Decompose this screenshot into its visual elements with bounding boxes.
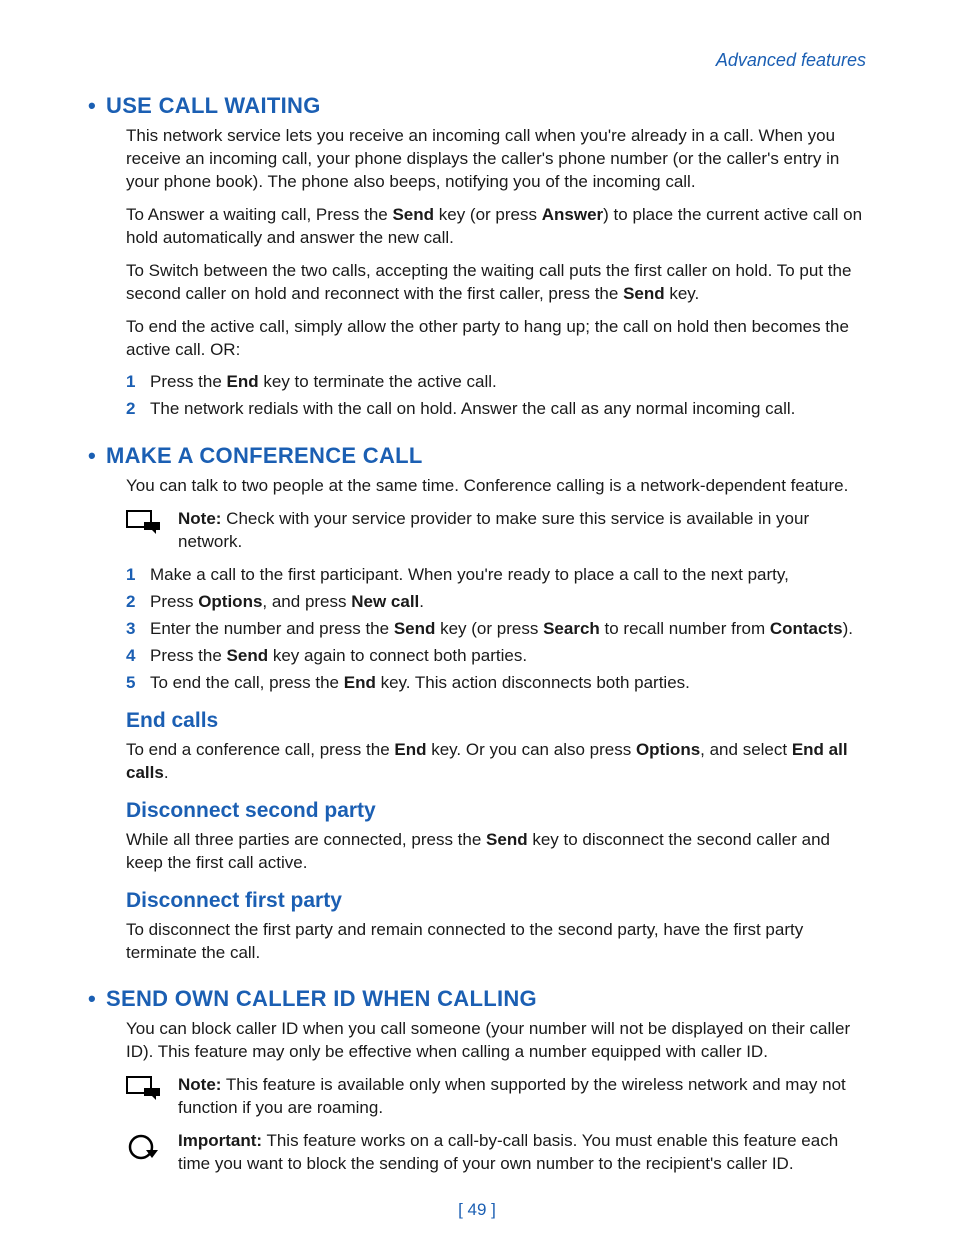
subheading-disconnect-first: Disconnect first party: [126, 889, 866, 913]
paragraph: To disconnect the first party and remain…: [126, 919, 866, 965]
paragraph: This network service lets you receive an…: [126, 125, 866, 194]
ordered-list: 1 Make a call to the first participant. …: [126, 564, 866, 695]
heading-use-call-waiting: •USE CALL WAITING: [88, 93, 866, 119]
heading-send-caller-id: •SEND OWN CALLER ID WHEN CALLING: [88, 986, 866, 1012]
paragraph: To end the active call, simply allow the…: [126, 316, 866, 362]
subheading-disconnect-second: Disconnect second party: [126, 799, 866, 823]
bullet-icon: •: [88, 986, 96, 1011]
list-item: 1 Press the End key to terminate the act…: [126, 371, 866, 394]
list-item: 2 The network redials with the call on h…: [126, 398, 866, 421]
note-icon: [126, 508, 162, 554]
important-icon: [126, 1130, 162, 1176]
bullet-icon: •: [88, 93, 96, 118]
list-item: 1 Make a call to the first participant. …: [126, 564, 866, 587]
list-item: 5 To end the call, press the End key. Th…: [126, 672, 866, 695]
note-icon: [126, 1074, 162, 1120]
important-block: Important: This feature works on a call-…: [126, 1130, 866, 1176]
subheading-end-calls: End calls: [126, 709, 866, 733]
page-number: [ 49 ]: [88, 1200, 866, 1220]
ordered-list: 1 Press the End key to terminate the act…: [126, 371, 866, 421]
list-item: 4 Press the Send key again to connect bo…: [126, 645, 866, 668]
heading-conference-call: •MAKE A CONFERENCE CALL: [88, 443, 866, 469]
paragraph: You can talk to two people at the same t…: [126, 475, 866, 498]
list-item: 3 Enter the number and press the Send ke…: [126, 618, 866, 641]
paragraph: To end a conference call, press the End …: [126, 739, 866, 785]
note-block: Note: This feature is available only whe…: [126, 1074, 866, 1120]
paragraph: While all three parties are connected, p…: [126, 829, 866, 875]
paragraph: To Answer a waiting call, Press the Send…: [126, 204, 866, 250]
list-item: 2 Press Options, and press New call.: [126, 591, 866, 614]
paragraph: To Switch between the two calls, accepti…: [126, 260, 866, 306]
paragraph: You can block caller ID when you call so…: [126, 1018, 866, 1064]
header-category: Advanced features: [88, 50, 866, 71]
bullet-icon: •: [88, 443, 96, 468]
note-block: Note: Check with your service provider t…: [126, 508, 866, 554]
